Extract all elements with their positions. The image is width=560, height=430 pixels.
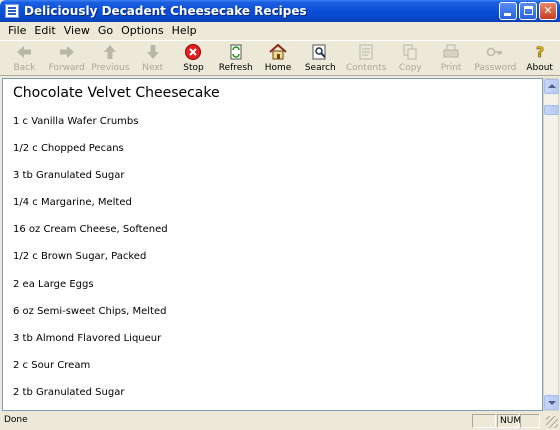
svg-text:?: ? (536, 45, 544, 61)
about-button[interactable]: ? About (519, 41, 560, 75)
copy-button[interactable]: Copy (390, 41, 431, 75)
refresh-button[interactable]: Refresh (214, 41, 258, 75)
menu-go[interactable]: Go (94, 24, 117, 37)
ingredient-item: 1/2 c Brown Sugar, Packed (13, 251, 147, 263)
close-icon: ✕ (543, 4, 553, 17)
ingredient-item: 2 tb Granulated Sugar (13, 386, 125, 398)
stop-icon (185, 44, 202, 60)
search-label: Search (304, 63, 336, 73)
status-pane-empty (472, 414, 496, 428)
window-controls: ✕ (499, 2, 557, 20)
ingredient-list: 1 c Vanilla Wafer Crumbs 1/2 c Chopped P… (13, 116, 168, 410)
app-icon[interactable] (5, 4, 19, 18)
ingredient-item: 16 oz Cream Cheese, Softened (13, 224, 168, 236)
status-text: Done (4, 415, 28, 425)
scroll-up-button[interactable] (544, 79, 559, 94)
ingredient-item: 1/2 c Chopped Pecans (13, 143, 124, 155)
menu-edit[interactable]: Edit (30, 24, 59, 37)
scroll-up-icon (548, 84, 556, 88)
ingredient-item: 2 c Sour Cream (13, 359, 91, 371)
close-button[interactable]: ✕ (539, 2, 557, 20)
question-icon: ? (535, 45, 544, 61)
previous-label: Previous (91, 63, 130, 73)
menu-help[interactable]: Help (168, 24, 201, 37)
maximize-button[interactable] (519, 2, 537, 20)
status-pane-empty (520, 414, 540, 428)
vertical-scrollbar[interactable] (543, 78, 559, 411)
menu-bar: File Edit View Go Options Help (0, 22, 560, 39)
password-button[interactable]: Password (472, 41, 520, 75)
forward-arrow-icon (59, 46, 74, 58)
menu-options[interactable]: Options (117, 24, 167, 37)
forward-button[interactable]: Forward (45, 41, 89, 75)
document-view[interactable]: Chocolate Velvet Cheesecake 1 c Vanilla … (2, 78, 543, 411)
home-button[interactable]: Home (258, 41, 299, 75)
ingredient-item: 2 ea Large Eggs (13, 278, 94, 290)
minimize-icon (504, 13, 511, 16)
copy-label: Copy (398, 63, 422, 73)
search-button[interactable]: Search (298, 41, 342, 75)
key-icon (487, 47, 503, 57)
print-label: Print (440, 63, 462, 73)
search-icon (312, 44, 327, 60)
copy-icon (403, 44, 417, 60)
contents-button[interactable]: Contents (342, 41, 390, 75)
contents-icon (359, 44, 373, 60)
previous-button[interactable]: Previous (89, 41, 133, 75)
window-title: Deliciously Decadent Cheesecake Recipes (24, 4, 307, 18)
password-label: Password (474, 63, 517, 73)
ingredient-item: 1/4 c Margarine, Melted (13, 197, 132, 209)
scroll-down-icon (548, 401, 556, 405)
ingredient-item: 3 tb Granulated Sugar (13, 170, 125, 182)
refresh-icon (230, 44, 242, 60)
print-button[interactable]: Print (431, 41, 472, 75)
resize-grip[interactable] (546, 416, 558, 428)
stop-button[interactable]: Stop (173, 41, 214, 75)
ingredient-item: 6 oz Semi-sweet Chips, Melted (13, 305, 167, 317)
next-label: Next (142, 63, 164, 73)
up-arrow-icon (104, 45, 117, 59)
forward-label: Forward (48, 63, 85, 73)
menu-file[interactable]: File (4, 24, 30, 37)
ingredient-item: 1 c Vanilla Wafer Crumbs (13, 116, 139, 127)
home-icon (269, 43, 287, 60)
down-arrow-icon (146, 45, 159, 59)
toolbar: Back Forward Previous Next Stop Refresh … (0, 40, 560, 76)
about-label: About (526, 63, 553, 73)
printer-icon (443, 44, 459, 58)
menu-view[interactable]: View (60, 24, 94, 37)
contents-label: Contents (345, 63, 387, 73)
back-label: Back (13, 63, 36, 73)
minimize-button[interactable] (499, 2, 517, 20)
ingredient-item: 3 tb Almond Flavored Liqueur (13, 332, 162, 344)
back-arrow-icon (17, 46, 32, 58)
home-label: Home (264, 63, 292, 73)
scroll-down-button[interactable] (544, 395, 559, 410)
maximize-icon (524, 6, 533, 15)
title-bar[interactable]: Deliciously Decadent Cheesecake Recipes … (0, 0, 560, 22)
status-num-indicator: NUM (497, 414, 521, 428)
refresh-label: Refresh (218, 63, 253, 73)
next-button[interactable]: Next (132, 41, 173, 75)
scroll-thumb[interactable] (544, 105, 559, 115)
status-bar: Done NUM (0, 412, 560, 430)
recipe-title: Chocolate Velvet Cheesecake (13, 85, 220, 101)
back-button[interactable]: Back (4, 41, 45, 75)
stop-label: Stop (183, 63, 204, 73)
